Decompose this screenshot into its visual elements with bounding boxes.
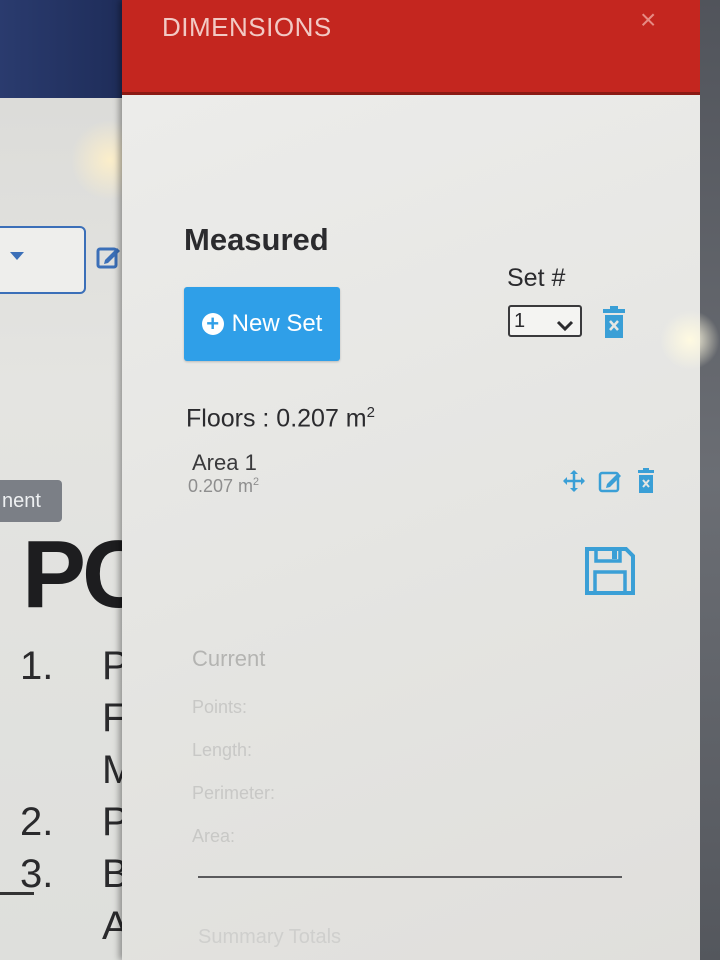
edit-icon[interactable] — [598, 469, 624, 498]
summary-totals-heading: Summary Totals — [198, 926, 342, 948]
screen-edge — [700, 0, 720, 960]
background-dropdown[interactable] — [0, 226, 86, 294]
area-label: Area: — [192, 826, 236, 846]
panel-title: DIMENSIONS — [162, 12, 332, 42]
chevron-down-icon — [556, 313, 574, 341]
divider — [0, 892, 34, 895]
length-label: Length: — [192, 740, 253, 760]
area-value: 0.207 m2 — [188, 476, 260, 496]
divider — [198, 876, 622, 878]
points-label: Points: — [192, 697, 248, 717]
screen-glare — [660, 310, 720, 370]
trash-icon[interactable] — [600, 306, 628, 345]
floppy-disk-icon[interactable] — [584, 546, 636, 601]
measured-heading: Measured — [184, 222, 329, 257]
new-set-button[interactable]: + New Set — [184, 287, 340, 361]
plus-circle-icon: + — [201, 313, 224, 335]
area-actions — [562, 468, 656, 499]
edit-icon[interactable] — [96, 244, 122, 275]
close-icon[interactable]: × — [640, 4, 656, 36]
perimeter-label: Perimeter: — [192, 783, 276, 803]
trash-icon[interactable] — [636, 468, 656, 499]
set-number-select[interactable]: 1 — [508, 305, 582, 337]
set-number-label: Set # — [507, 264, 566, 292]
area-name: Area 1 — [192, 450, 257, 475]
background-app: nent PC 1. P F M 2. P 3. B A — [0, 0, 151, 960]
set-number-value: 1 — [514, 310, 526, 332]
current-heading: Current — [192, 646, 266, 671]
new-set-label: New Set — [231, 310, 323, 337]
background-chip: nent — [0, 480, 62, 522]
background-topbar — [0, 0, 140, 98]
panel-header: DIMENSIONS × — [122, 0, 700, 95]
move-icon[interactable] — [562, 469, 586, 498]
dimensions-panel: DIMENSIONS × Measured + New Set Set # 1 … — [122, 0, 700, 960]
caret-down-icon — [10, 252, 24, 260]
floors-total: Floors : 0.207 m2 — [186, 404, 375, 433]
